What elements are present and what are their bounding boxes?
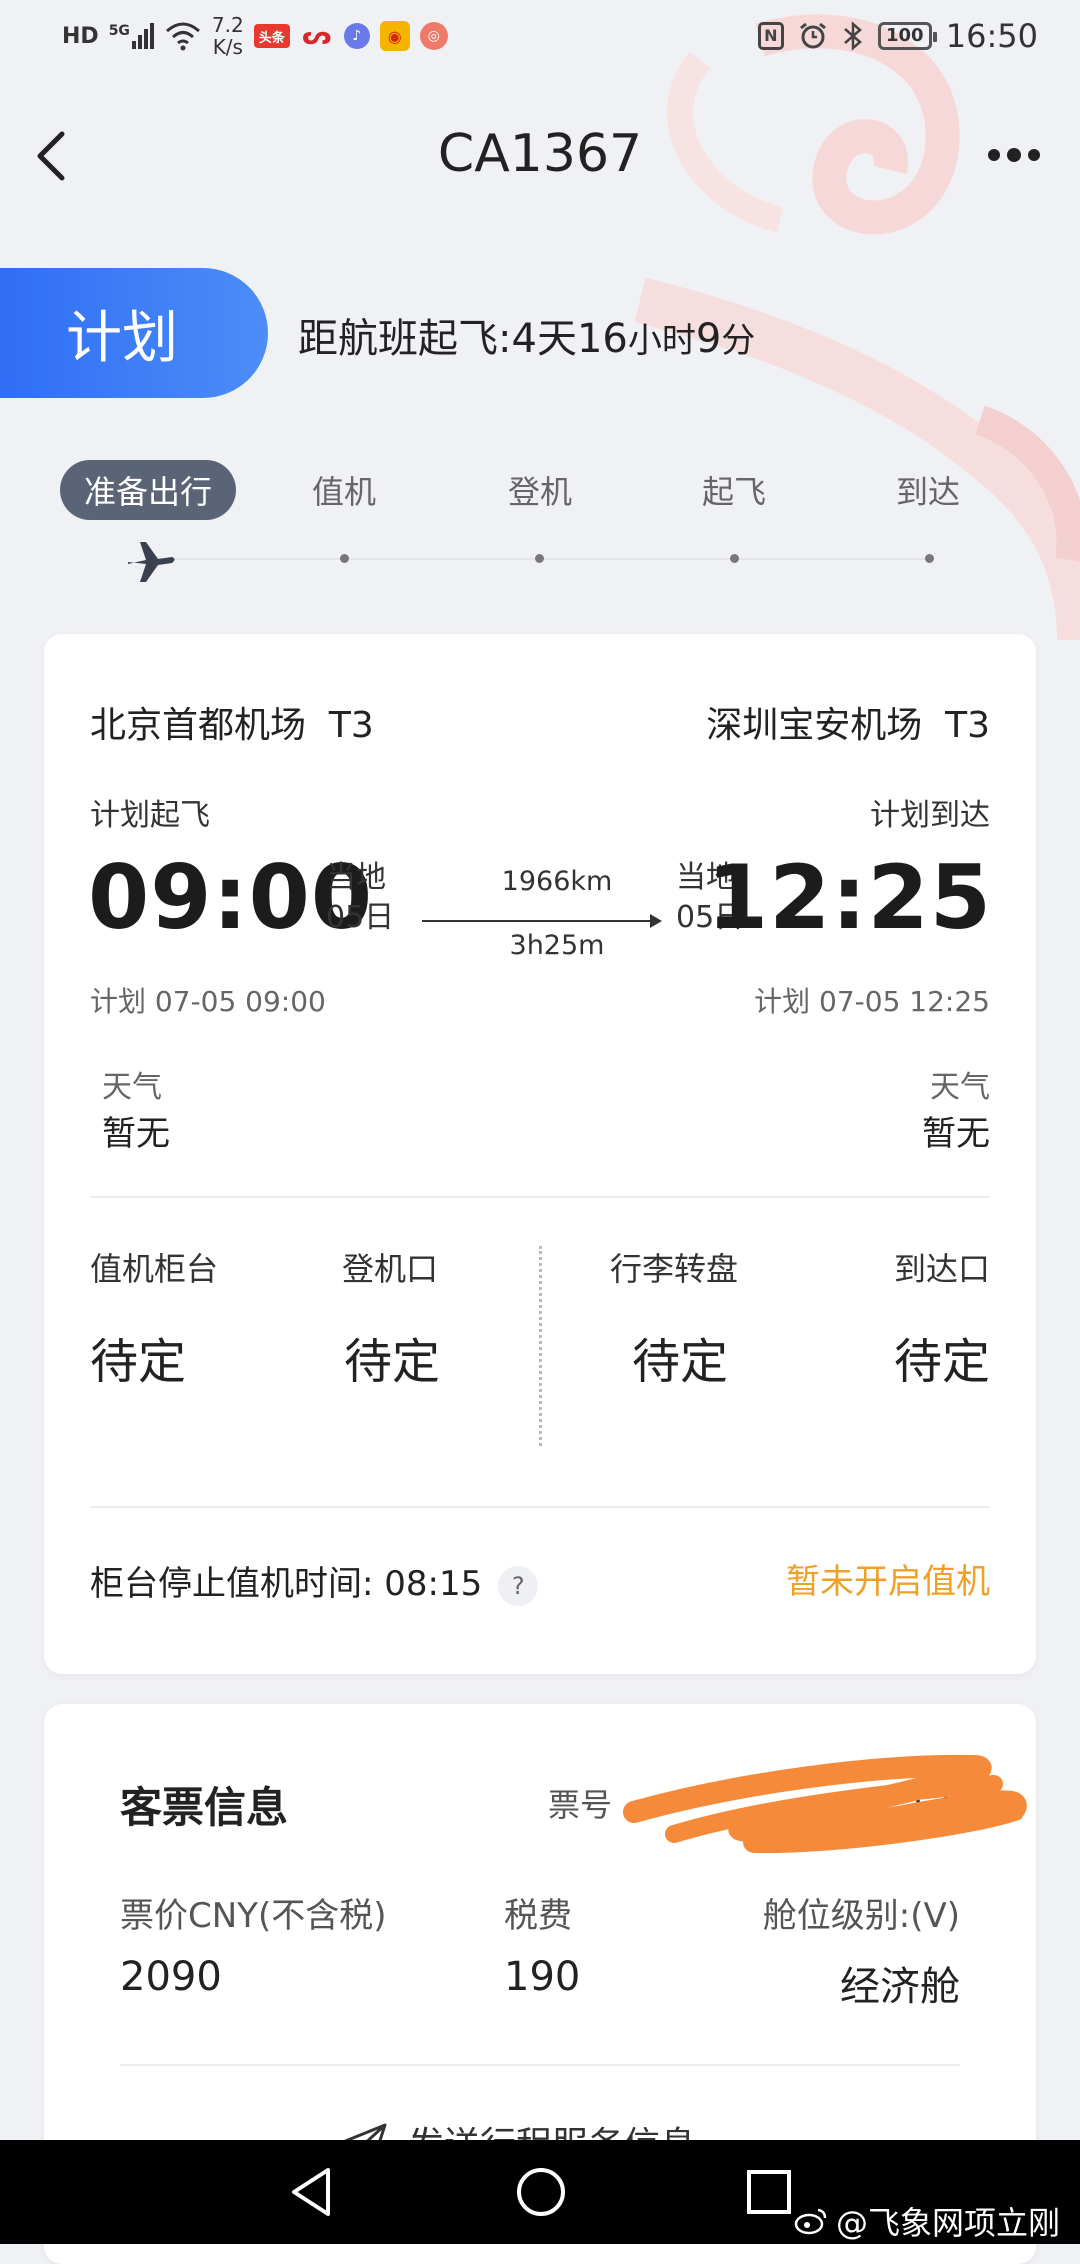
divider (90, 1196, 990, 1198)
network-speed: 7.2 K/s (211, 13, 244, 59)
baggage-carousel-value: 待定 (632, 1334, 729, 1390)
distance: 1966km (501, 866, 613, 897)
flight-info-card: 北京首都机场 T3 深圳宝安机场 T3 计划起飞 计划到达 09:00 当地 0… (44, 634, 1036, 1674)
step-dot (535, 554, 544, 563)
nav-recents-icon[interactable] (744, 2164, 794, 2220)
scheduled-arrival-label: 计划到达 (870, 798, 990, 833)
arrival-airport: 深圳宝安机场 T3 (706, 705, 990, 746)
checkin-status: 暂未开启值机 (786, 1562, 990, 1602)
bluetooth-icon (843, 21, 862, 51)
section-divider (539, 1246, 542, 1446)
battery-icon: 100 (877, 22, 937, 50)
tax-value: 190 (504, 1954, 581, 2000)
toutiao-app-icon: 头条 (253, 24, 290, 48)
step-arrival: 到达 (895, 473, 960, 511)
hd-indicator: HD (62, 23, 99, 49)
arrival-weather-label: 天气 (930, 1070, 990, 1105)
weibo-logo-icon (794, 2208, 827, 2235)
clock: 16:50 (945, 17, 1038, 55)
divider (120, 2064, 960, 2066)
status-right: N 100 16:50 (757, 12, 1038, 60)
page-title: CA1367 (437, 124, 643, 184)
airplane-icon (128, 542, 175, 582)
step-dot (730, 554, 739, 563)
route-arrow-head (650, 914, 662, 928)
step-prepare: 准备出行 (60, 460, 237, 520)
tax-label: 税费 (504, 1896, 572, 1936)
wifi-icon (165, 22, 200, 51)
route-arrow (422, 920, 658, 922)
scheduled-departure-label: 计划起飞 (90, 798, 210, 833)
step-boarding: 登机 (507, 473, 572, 511)
arrival-time: 12:25 (706, 846, 992, 949)
arrival-plan-time: 计划 07-05 12:25 (754, 985, 990, 1018)
flight-progress: 准备出行 值机 登机 起飞 到达 (0, 460, 1080, 590)
departure-weather: 暂无 (102, 1114, 170, 1154)
ticket-section-title: 客票信息 (120, 1783, 289, 1832)
nav-home-icon[interactable] (514, 2164, 568, 2220)
departure-local-day: 当地 05日 (326, 860, 395, 935)
status-bar: HD 5G 7.2 K/s 头条 ᔕ ♪ ◉ ◎ N 100 16:50 (0, 0, 1080, 72)
divider (90, 1506, 990, 1508)
signal-icon: 5G (109, 23, 154, 49)
duration: 3h25m (509, 930, 605, 961)
arrival-exit-value: 待定 (893, 1334, 990, 1390)
gate-value: 待定 (344, 1334, 441, 1390)
plan-badge: 计划 (0, 268, 268, 398)
nav-back-icon[interactable] (286, 2164, 336, 2220)
fare-label: 票价CNY(不含税) (120, 1896, 387, 1936)
nfc-icon: N (757, 22, 784, 50)
checkin-counter-label: 值机柜台 (90, 1250, 219, 1288)
fare-value: 2090 (120, 1954, 222, 2000)
step-checkin: 值机 (311, 473, 376, 511)
gate-label: 登机口 (342, 1250, 439, 1288)
airchina-app-icon: ᔕ (301, 21, 332, 51)
departure-plan-time: 计划 07-05 09:00 (90, 985, 326, 1018)
checkin-deadline: 柜台停止值机时间: 08:15? (90, 1556, 539, 1606)
arrival-weather: 暂无 (922, 1114, 990, 1154)
cabin-class-value: 经济舱 (840, 1964, 960, 2010)
departure-countdown: 距航班起飞:4天16小时9分 (298, 316, 756, 362)
podcast-app-icon: ◎ (419, 22, 448, 50)
weibo-app-icon: ◉ (379, 21, 410, 51)
checkin-counter-value: 待定 (90, 1334, 187, 1390)
alarm-icon (799, 22, 826, 49)
step-takeoff: 起飞 (701, 473, 766, 511)
ticket-number-label: 票号 (548, 1786, 613, 1824)
more-options-icon[interactable] (984, 140, 1044, 170)
redaction-scribble (623, 1754, 1027, 1854)
step-dot (925, 554, 934, 563)
status-left: HD 5G 7.2 K/s 头条 ᔕ ♪ ◉ ◎ (62, 14, 448, 58)
watermark: @飞象网项立刚 (794, 2198, 1060, 2244)
arrival-exit-label: 到达口 (893, 1250, 990, 1288)
help-icon[interactable]: ? (498, 1565, 539, 1606)
departure-airport: 北京首都机场 T3 (90, 705, 374, 746)
departure-weather-label: 天气 (102, 1070, 162, 1105)
music-app-icon: ♪ (343, 23, 370, 49)
step-dot (340, 554, 349, 563)
baggage-carousel-label: 行李转盘 (610, 1250, 739, 1288)
cabin-class-label: 舱位级别:(V) (762, 1896, 960, 1936)
